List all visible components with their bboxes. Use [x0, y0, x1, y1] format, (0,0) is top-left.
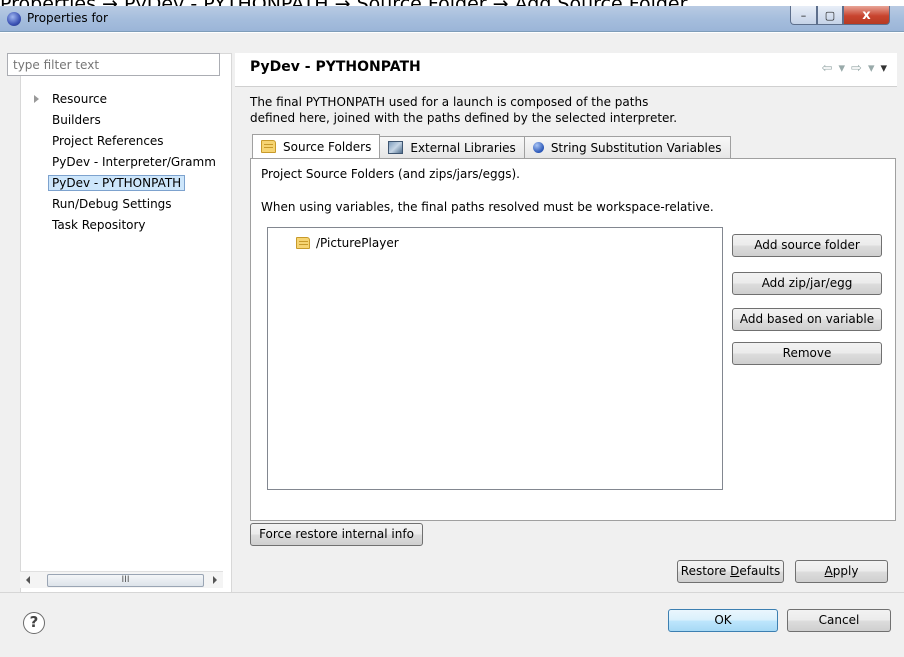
tree-item-pythonpath[interactable]: PyDev - PYTHONPATH: [7, 174, 229, 195]
tree-item-builders[interactable]: Builders: [7, 111, 229, 132]
expand-arrow-icon[interactable]: [34, 95, 39, 103]
tab-source-folders[interactable]: Source Folders: [252, 134, 381, 158]
ok-button[interactable]: OK: [668, 609, 778, 632]
eclipse-icon: [7, 12, 21, 26]
page-description: The final PYTHONPATH used for a launch i…: [250, 95, 678, 125]
tab-panel: Project Source Folders (and zips/jars/eg…: [250, 158, 896, 521]
add-based-on-variable-button[interactable]: Add based on variable: [732, 308, 882, 331]
folder-icon: [261, 140, 276, 153]
tree-item-interpreter-grammar[interactable]: PyDev - Interpreter/Gramm: [7, 153, 229, 174]
remove-button[interactable]: Remove: [732, 342, 882, 365]
close-button[interactable]: x: [843, 6, 890, 25]
panel-hint: Project Source Folders (and zips/jars/eg…: [261, 167, 520, 181]
back-icon[interactable]: ⇦: [822, 61, 833, 76]
source-folder-list[interactable]: /PicturePlayer: [267, 227, 723, 490]
category-tree: Resource Builders Project References PyD…: [7, 90, 229, 237]
filter-input[interactable]: [7, 53, 220, 76]
forward-menu-icon[interactable]: ▾: [868, 61, 875, 76]
page-title: PyDev - PYTHONPATH: [250, 59, 421, 75]
page-header: PyDev - PYTHONPATH ⇦ ▾ ⇨ ▾ ▾: [235, 53, 897, 87]
maximize-button[interactable]: ▢: [817, 6, 843, 25]
panel-note: When using variables, the final paths re…: [261, 200, 714, 214]
scroll-left-icon[interactable]: [26, 576, 30, 584]
help-icon[interactable]: ?: [23, 612, 45, 634]
add-source-folder-button[interactable]: Add source folder: [732, 234, 882, 257]
scroll-thumb[interactable]: III: [47, 574, 204, 587]
tree-item-project-references[interactable]: Project References: [7, 132, 229, 153]
tab-strip: Source Folders External Libraries String…: [252, 134, 731, 158]
restore-defaults-button[interactable]: Restore Defaults: [677, 560, 784, 583]
history-nav: ⇦ ▾ ⇨ ▾ ▾: [822, 61, 887, 76]
minimize-button[interactable]: –: [790, 6, 817, 25]
force-restore-button[interactable]: Force restore internal info: [250, 523, 423, 546]
library-icon: [388, 141, 404, 154]
tree-item-resource[interactable]: Resource: [7, 90, 229, 111]
add-zip-jar-egg-button[interactable]: Add zip/jar/egg: [732, 272, 882, 295]
tree-item-run-debug-settings[interactable]: Run/Debug Settings: [7, 195, 229, 216]
back-menu-icon[interactable]: ▾: [839, 61, 846, 76]
title-bar: Properties for – ▢ x: [0, 6, 904, 32]
tab-string-substitution[interactable]: String Substitution Variables: [523, 136, 731, 158]
apply-button[interactable]: Apply: [795, 560, 888, 583]
variable-icon: [532, 142, 544, 153]
tree-item-task-repository[interactable]: Task Repository: [7, 216, 229, 237]
window-title: Properties for: [27, 11, 108, 25]
source-folder-icon: [296, 237, 310, 249]
cancel-button[interactable]: Cancel: [787, 609, 891, 632]
list-item[interactable]: /PicturePlayer: [296, 236, 399, 250]
scroll-right-icon[interactable]: [213, 576, 217, 584]
tab-external-libraries[interactable]: External Libraries: [379, 136, 525, 158]
forward-icon[interactable]: ⇨: [851, 61, 862, 76]
view-menu-icon[interactable]: ▾: [880, 61, 887, 76]
horizontal-scrollbar[interactable]: III: [20, 571, 223, 588]
